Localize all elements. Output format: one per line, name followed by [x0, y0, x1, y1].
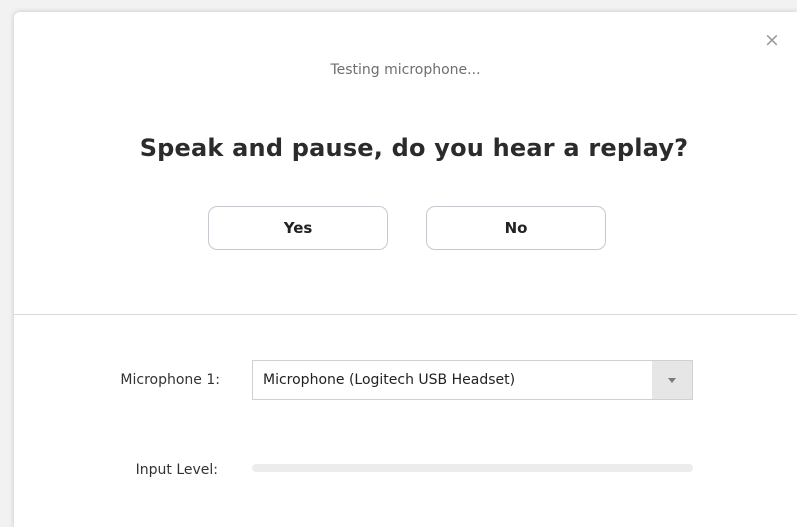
microphone-label: Microphone 1:	[120, 372, 220, 388]
caret-down-icon[interactable]	[652, 361, 692, 399]
yes-button-label: Yes	[283, 219, 313, 237]
no-button-label: No	[504, 219, 528, 237]
close-button[interactable]: ×	[764, 29, 780, 51]
dialog-prompt: Speak and pause, do you hear a replay?	[139, 134, 689, 162]
input-level-label: Input Level:	[135, 462, 218, 478]
close-icon: ×	[764, 29, 780, 51]
status-text: Testing microphone...	[330, 62, 481, 78]
microphone-select[interactable]: Microphone (Logitech USB Headset)	[252, 360, 693, 400]
microphone-select-value: Microphone (Logitech USB Headset)	[263, 372, 516, 388]
no-button[interactable]: No	[426, 206, 606, 250]
yes-button[interactable]: Yes	[208, 206, 388, 250]
section-divider	[14, 314, 797, 315]
input-level-meter	[252, 464, 693, 472]
mic-test-dialog: × Testing microphone... Speak and pause,…	[14, 12, 797, 527]
